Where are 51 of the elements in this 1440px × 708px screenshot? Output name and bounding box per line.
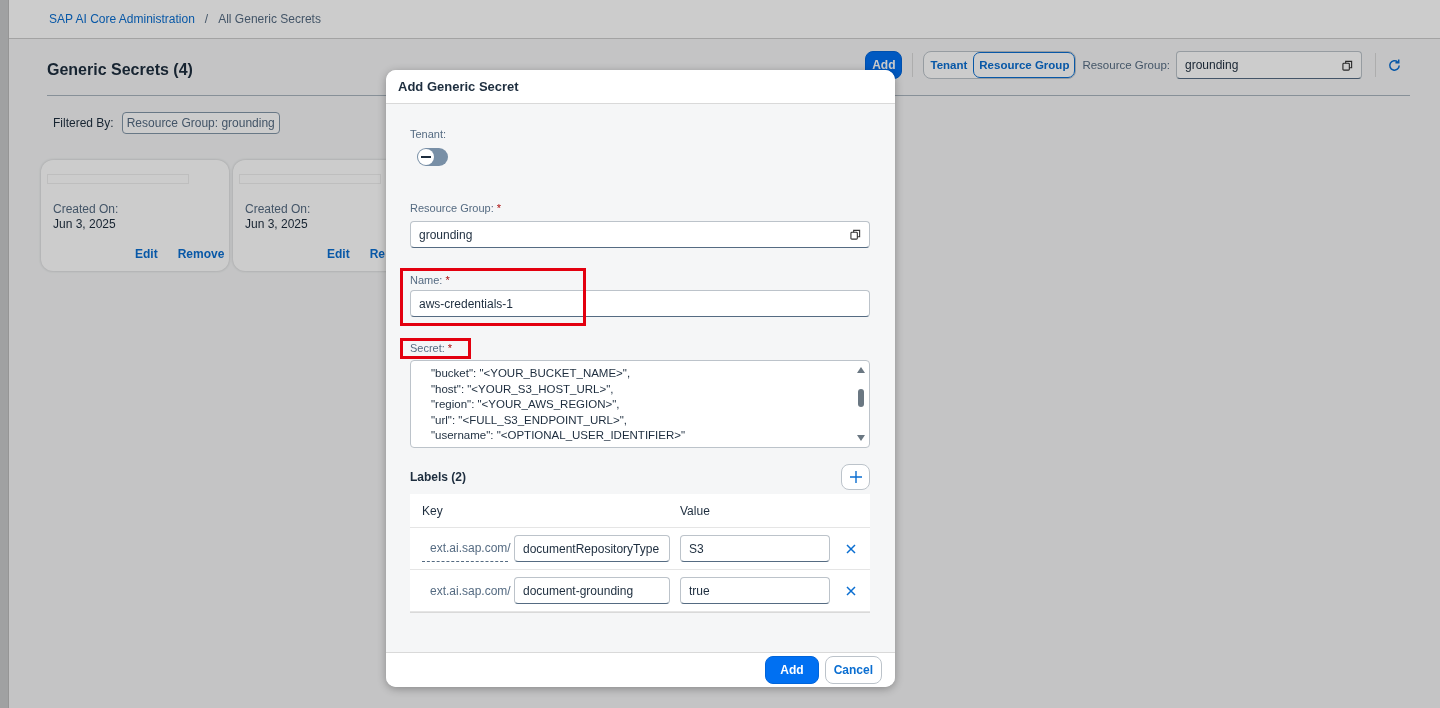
page-title: Generic Secrets (4) <box>47 61 193 79</box>
card-action-link[interactable]: Re <box>369 247 385 261</box>
tenant-switch[interactable] <box>417 148 448 166</box>
secret-line: "url": "<FULL_S3_ENDPOINT_URL>", <box>431 412 628 428</box>
labels-title: Labels (2) <box>410 470 466 484</box>
secret-field[interactable]: "bucket": "<YOUR_BUCKET_NAME>", "host": "<YOUR_S3_HOST_URL>", "region": "<YOUR_AWS_REGION>", "url": "<FULL_S3_ENDPOINT_URL>", "username": "<OPTIONAL_USER_IDENTIFIER>" <box>410 360 870 448</box>
created-label: Created On: <box>53 202 120 216</box>
created-label: Created On: <box>245 202 312 216</box>
card-action-link[interactable]: Edit <box>327 247 350 261</box>
field-label: Secret: * <box>400 338 471 359</box>
breadcrumb-current: All Generic Secrets <box>218 12 321 26</box>
secret-line: "host": "<YOUR_S3_HOST_URL>", <box>431 381 615 397</box>
copy-icon[interactable] <box>1342 59 1353 71</box>
required-mark: * <box>447 342 453 354</box>
scope-tab[interactable]: Tenant <box>924 52 974 78</box>
delete-icon[interactable] <box>846 585 856 596</box>
add-label-button[interactable] <box>841 464 870 490</box>
secret-line: "username": "<OPTIONAL_USER_IDENTIFIER>" <box>431 428 687 444</box>
secret-line: "bucket": "<YOUR_BUCKET_NAME>", <box>431 366 632 381</box>
label-key-field[interactable]: document-grounding <box>514 577 670 604</box>
label-value-field[interactable]: S3 <box>680 535 830 562</box>
required-mark: * <box>445 274 450 286</box>
field-label: Name: * <box>410 274 451 288</box>
column-header: Value <box>680 503 710 518</box>
name-field[interactable]: aws-credentials-1 <box>410 290 870 317</box>
label-value-field[interactable]: true <box>680 577 830 604</box>
refresh-icon[interactable] <box>1387 57 1402 73</box>
secret-card[interactable]: Created On: Jun 3, 2025 Edit Remove <box>41 160 229 271</box>
card-action-link[interactable]: Edit <box>135 247 158 261</box>
filter-token[interactable]: Resource Group: grounding <box>121 112 280 134</box>
resource-group-label: Resource Group: <box>1082 59 1170 71</box>
breadcrumb-link[interactable]: SAP AI Core Administration <box>49 12 195 26</box>
card-action-link[interactable]: Remove <box>177 247 225 261</box>
cancel-button[interactable]: Cancel <box>824 656 882 684</box>
plus-icon <box>848 470 863 484</box>
dialog-title: Add Generic Secret <box>398 79 519 94</box>
secret-line: "region": "<YOUR_AWS_REGION>", <box>431 397 621 413</box>
copy-icon[interactable] <box>850 229 861 240</box>
add-button[interactable]: Add <box>765 656 819 684</box>
field-label: Tenant: <box>410 128 448 142</box>
resource-group-field[interactable]: grounding <box>410 221 870 248</box>
scope-tab[interactable]: Resource Group <box>973 52 1076 78</box>
column-header: Key <box>422 503 444 518</box>
delete-icon[interactable] <box>846 543 856 554</box>
created-date: Jun 3, 2025 <box>245 217 309 231</box>
filter-label: Filtered By: <box>53 116 114 130</box>
breadcrumb-separator: / <box>204 12 209 26</box>
label-key-field[interactable]: documentRepositoryType <box>514 535 670 562</box>
created-date: Jun 3, 2025 <box>53 217 117 231</box>
required-mark: * <box>496 202 502 214</box>
resource-group-field[interactable]: grounding <box>1176 51 1362 79</box>
